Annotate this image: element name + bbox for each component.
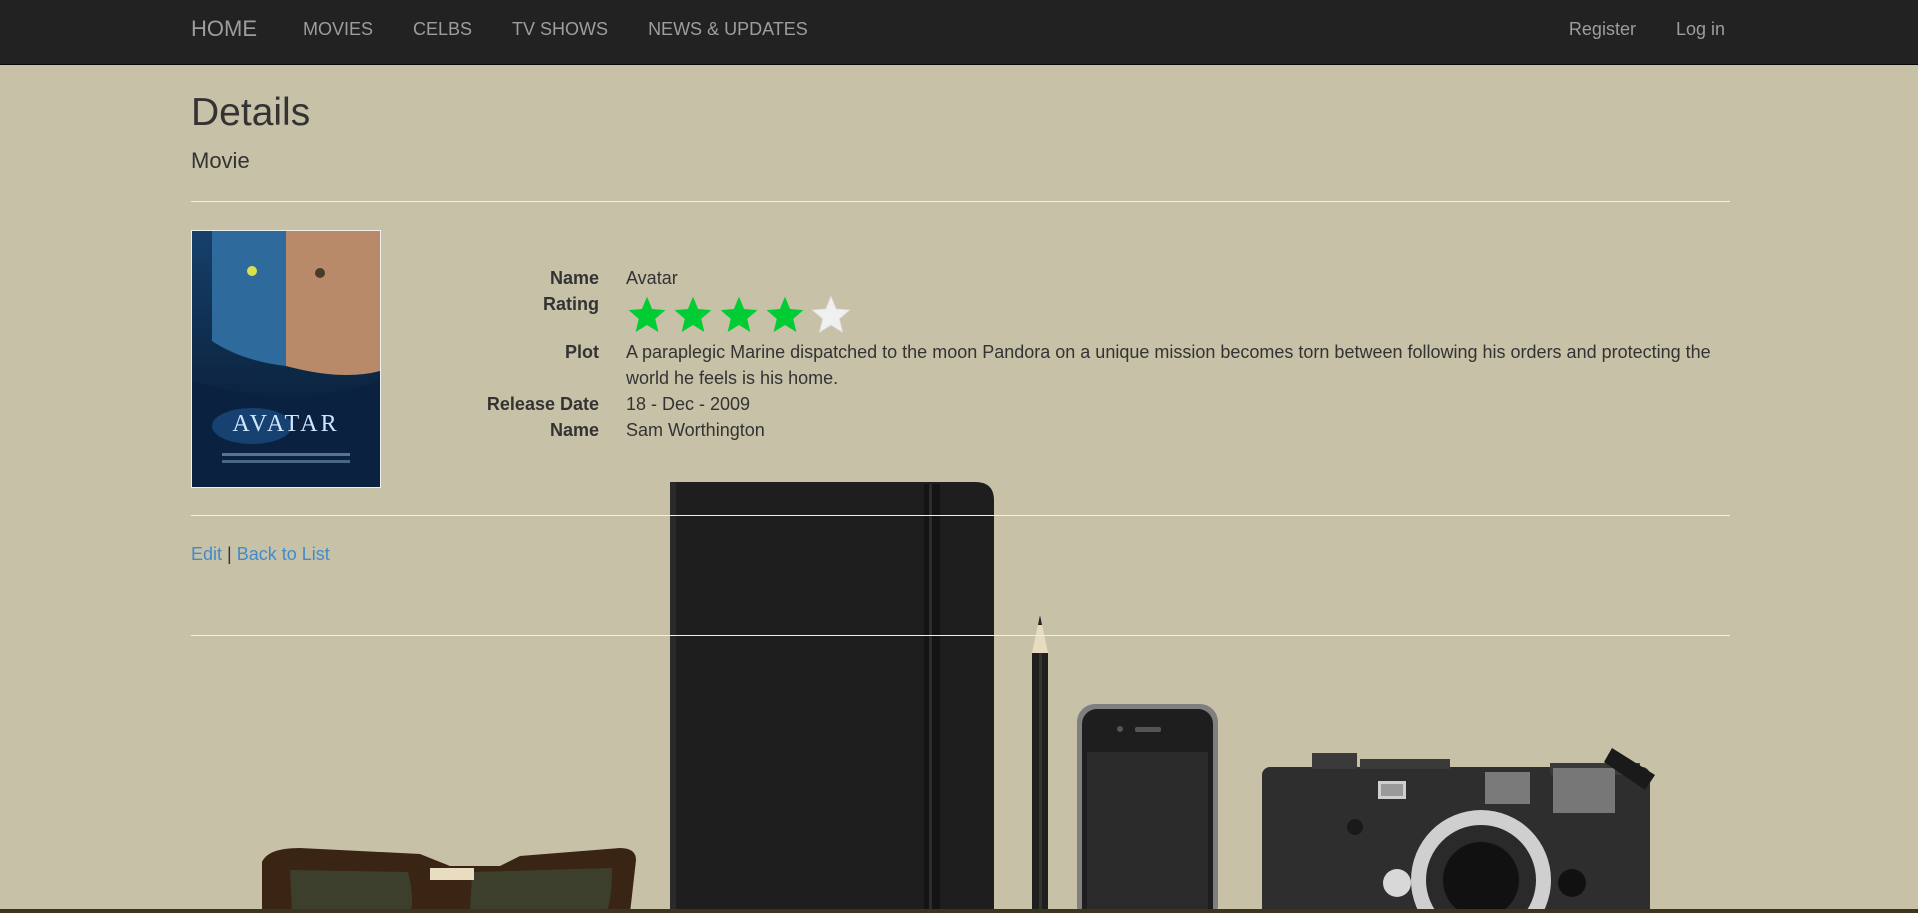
action-links: Edit | Back to List xyxy=(191,544,330,565)
svg-text:AVATAR: AVATAR xyxy=(232,411,339,437)
footer-divider xyxy=(191,635,1730,636)
rating-stars xyxy=(626,291,1741,339)
back-to-list-link[interactable]: Back to List xyxy=(237,544,330,564)
page-title: Details xyxy=(191,91,311,134)
actor-name-value: Sam Worthington xyxy=(626,420,765,440)
star-filled-icon xyxy=(628,296,666,332)
release-date-value: 18 - Dec - 2009 xyxy=(626,394,751,414)
sunglasses-illustration xyxy=(262,848,636,913)
movie-details: Name Avatar Rating Plot A paraplegic Mar… xyxy=(391,265,1741,443)
plot-label: Plot xyxy=(565,342,599,362)
register-link[interactable]: Register xyxy=(1549,0,1656,58)
divider-top xyxy=(191,201,1730,202)
camera-illustration xyxy=(1262,748,1655,913)
plot-value: A paraplegic Marine dispatched to the mo… xyxy=(626,342,1711,388)
nav-home-link[interactable]: HOME xyxy=(191,0,257,58)
name-label: Name xyxy=(549,268,599,288)
nav-account-links: Register Log in xyxy=(1549,0,1745,58)
star-empty-icon xyxy=(811,295,851,333)
notebook-illustration xyxy=(670,482,994,913)
star-filled-icon xyxy=(720,296,758,332)
pencil-illustration xyxy=(1032,615,1048,913)
link-separator: | xyxy=(227,544,232,564)
nav-news-link[interactable]: NEWS & UPDATES xyxy=(628,0,828,58)
nav-tvshows-link[interactable]: TV SHOWS xyxy=(492,0,628,58)
release-date-label: Release Date xyxy=(486,394,599,414)
name-value: Avatar xyxy=(626,268,678,288)
phone-illustration xyxy=(1077,704,1218,913)
star-filled-icon xyxy=(674,296,712,332)
detail-row-rating: Rating xyxy=(391,291,1741,339)
detail-row-name: Name Avatar xyxy=(391,265,1741,291)
nav-movies-link[interactable]: MOVIES xyxy=(283,0,393,58)
divider-middle xyxy=(191,515,1730,516)
login-link[interactable]: Log in xyxy=(1656,0,1745,58)
nav-celbs-link[interactable]: CELBS xyxy=(393,0,492,58)
rating-value xyxy=(626,291,1741,339)
actor-name-label: Name xyxy=(549,420,599,440)
detail-row-release-date: Release Date 18 - Dec - 2009 xyxy=(391,391,1741,417)
page-subtitle: Movie xyxy=(191,148,250,173)
top-navbar: HOME MOVIES CELBS TV SHOWS NEWS & UPDATE… xyxy=(0,0,1918,65)
detail-row-actor: Name Sam Worthington xyxy=(391,417,1741,443)
detail-row-plot: Plot A paraplegic Marine dispatched to t… xyxy=(391,339,1741,391)
movie-poster-image: AVATAR xyxy=(191,230,381,488)
star-filled-icon xyxy=(766,296,804,332)
edit-link[interactable]: Edit xyxy=(191,544,222,564)
nav-links: MOVIES CELBS TV SHOWS NEWS & UPDATES xyxy=(283,0,828,58)
rating-label: Rating xyxy=(543,294,599,314)
